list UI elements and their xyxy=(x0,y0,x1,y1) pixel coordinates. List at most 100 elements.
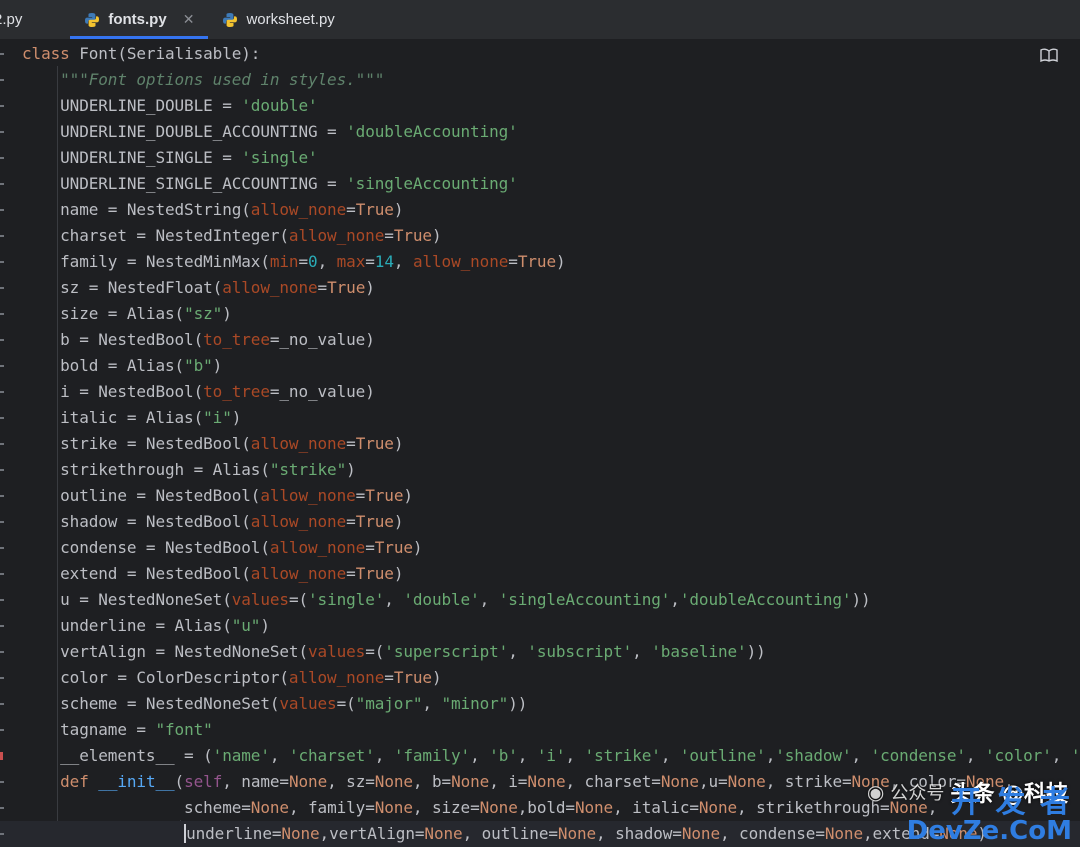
tab-label: worksheet.py xyxy=(246,11,335,28)
code-token: None xyxy=(250,798,289,817)
code-token: ) xyxy=(431,226,442,245)
gutter-marker xyxy=(0,781,4,783)
code-token: shadow = NestedBool( xyxy=(22,512,251,531)
code-token: size = Alias( xyxy=(22,304,185,323)
tab-worksheet-py[interactable]: worksheet.py xyxy=(208,0,348,39)
code-token: UNDERLINE_DOUBLE = xyxy=(22,96,242,115)
gutter-marker xyxy=(0,625,4,627)
gutter-marker xyxy=(0,53,4,55)
code-line[interactable]: vertAlign = NestedNoneSet(values=('super… xyxy=(22,639,766,665)
code-line[interactable]: u = NestedNoneSet(values=('single', 'dou… xyxy=(22,587,871,613)
code-token: True xyxy=(355,564,394,583)
code-line[interactable]: i = NestedBool(to_tree=_no_value) xyxy=(22,379,375,405)
code-token: =( xyxy=(365,642,385,661)
code-token: , xyxy=(660,746,680,765)
reader-mode-icon[interactable] xyxy=(1040,48,1058,62)
code-line[interactable]: strike = NestedBool(allow_none=True) xyxy=(22,431,403,457)
code-line[interactable]: tagname = "font" xyxy=(22,717,213,743)
code-line[interactable]: strikethrough = Alias("strike") xyxy=(22,457,356,483)
code-line[interactable]: italic = Alias("i") xyxy=(22,405,241,431)
code-line[interactable]: extend = NestedBool(allow_none=True) xyxy=(22,561,403,587)
code-token: 'double' xyxy=(241,96,318,115)
code-token: "i" xyxy=(203,408,232,427)
code-line[interactable]: bold = Alias("b") xyxy=(22,353,222,379)
code-line[interactable]: condense = NestedBool(allow_none=True) xyxy=(22,535,422,561)
code-line[interactable]: charset = NestedInteger(allow_none=True) xyxy=(22,223,442,249)
code-token: , family= xyxy=(288,798,375,817)
code-token: , charset= xyxy=(565,772,661,791)
code-token: __elements__ = ( xyxy=(22,746,213,765)
code-line[interactable]: size = Alias("sz") xyxy=(22,301,232,327)
code-line[interactable]: """Font options used in styles.""" xyxy=(22,67,384,93)
code-line[interactable]: b = NestedBool(to_tree=_no_value) xyxy=(22,327,375,353)
code-line[interactable]: UNDERLINE_SINGLE_ACCOUNTING = 'singleAcc… xyxy=(22,171,518,197)
code-line[interactable]: underline = Alias("u") xyxy=(22,613,270,639)
gutter-marker xyxy=(0,287,4,289)
code-line[interactable]: family = NestedMinMax(min=0, max=14, all… xyxy=(22,249,566,275)
code-line[interactable]: def __init__(self, name=None, sz=None, b… xyxy=(22,769,1014,795)
code-token: 'shadow' xyxy=(775,746,852,765)
code-token: values xyxy=(231,590,289,609)
code-token: )) xyxy=(851,590,871,609)
code-line[interactable]: UNDERLINE_DOUBLE_ACCOUNTING = 'doubleAcc… xyxy=(22,119,518,145)
code-token: 'outline' xyxy=(679,746,766,765)
code-token: tagname = xyxy=(22,720,156,739)
code-line[interactable]: UNDERLINE_DOUBLE = 'double' xyxy=(22,93,318,119)
close-tab-icon[interactable]: ✕ xyxy=(183,11,195,28)
code-token: vertAlign = NestedNoneSet( xyxy=(22,642,308,661)
code-line[interactable]: sz = NestedFloat(allow_none=True) xyxy=(22,275,375,301)
code-token: = xyxy=(346,564,356,583)
code-token: ) xyxy=(212,356,223,375)
code-token: None xyxy=(824,824,863,843)
gutter-marker xyxy=(0,391,4,393)
code-token: , xyxy=(670,590,680,609)
code-line[interactable]: shadow = NestedBool(allow_none=True) xyxy=(22,509,403,535)
code-token: , xyxy=(508,642,528,661)
code-token: = xyxy=(298,252,309,271)
code-token: ) xyxy=(231,408,242,427)
code-token: = xyxy=(365,252,375,271)
code-line[interactable]: scheme = NestedNoneSet(values=("major", … xyxy=(22,691,527,717)
code-token: scheme = NestedNoneSet( xyxy=(22,694,280,713)
code-line[interactable]: class Font(Serialisable): xyxy=(22,41,260,67)
code-token: strike = NestedBool( xyxy=(22,434,251,453)
python-file-icon xyxy=(222,12,238,28)
code-token: "u" xyxy=(231,616,261,635)
gutter-marker xyxy=(0,105,4,107)
code-token: =_no_value) xyxy=(269,330,375,349)
code-token: , shadow= xyxy=(596,824,682,843)
code-token: ) xyxy=(412,538,423,557)
code-token: ) xyxy=(260,616,270,635)
code-line[interactable]: name = NestedString(allow_none=True) xyxy=(22,197,403,223)
code-line[interactable]: color = ColorDescriptor(allow_none=True) xyxy=(22,665,441,691)
code-token: allow_none xyxy=(288,226,385,245)
code-token: allow_none xyxy=(222,278,318,297)
code-token: True xyxy=(355,512,394,531)
code-token: 'e xyxy=(1070,746,1080,765)
gutter-marker xyxy=(0,521,4,523)
gutter-marker xyxy=(0,261,4,263)
code-token: 'double' xyxy=(403,590,480,609)
wechat-icon: ◉ xyxy=(866,780,885,804)
code-line[interactable]: scheme=None, family=None, size=None,bold… xyxy=(22,795,937,821)
tab-2-py[interactable]: 2.py xyxy=(0,0,70,39)
code-token: ) xyxy=(393,564,404,583)
code-token: = xyxy=(346,434,356,453)
code-token: 'baseline' xyxy=(651,642,747,661)
code-line[interactable]: __elements__ = ('name', 'charset', 'fami… xyxy=(22,743,1080,769)
code-line[interactable]: UNDERLINE_SINGLE = 'single' xyxy=(22,145,318,171)
code-editor[interactable]: class Font(Serialisable): """Font option… xyxy=(0,40,1080,847)
code-line[interactable]: underline=None,vertAlign=None, outline=N… xyxy=(22,821,997,847)
code-token: min xyxy=(269,252,299,271)
tab-fonts-py[interactable]: fonts.py ✕ xyxy=(70,0,209,39)
code-token: True xyxy=(517,252,556,271)
code-token: i = NestedBool( xyxy=(22,382,204,401)
code-token: to_tree xyxy=(203,382,270,401)
gutter-marker xyxy=(0,417,4,419)
code-line[interactable]: outline = NestedBool(allow_none=True) xyxy=(22,483,413,509)
code-token: None xyxy=(451,772,490,791)
code-token: 'superscript' xyxy=(384,642,509,661)
code-token: , xyxy=(765,746,776,765)
